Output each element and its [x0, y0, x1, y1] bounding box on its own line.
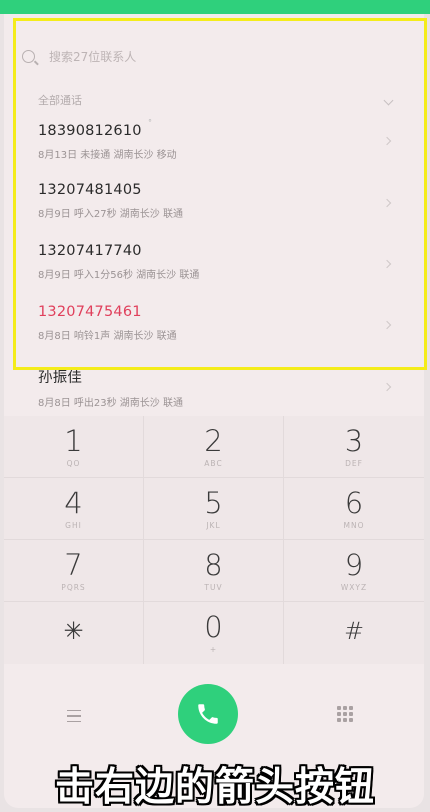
key-letters: TUV — [204, 583, 223, 592]
key-letters: MNO — [343, 521, 365, 530]
key-7[interactable]: 7 PQRS — [4, 540, 144, 602]
key-letters: DEF — [345, 459, 363, 468]
key-6[interactable]: 6 MNO — [284, 478, 424, 540]
key-5[interactable]: 5 JKL — [144, 478, 284, 540]
dialer-bottom-bar — [4, 664, 424, 760]
key-digit: 4 — [64, 486, 83, 520]
key-letters: ABC — [204, 459, 223, 468]
key-digit: 0 — [204, 610, 223, 644]
key-3[interactable]: 3 DEF — [284, 416, 424, 478]
dialpad-toggle-icon[interactable] — [337, 706, 353, 722]
key-4[interactable]: 4 GHI — [4, 478, 144, 540]
key-digit: 8 — [204, 548, 223, 582]
key-0[interactable]: 0 + — [144, 602, 284, 664]
key-letters: + — [209, 645, 218, 654]
key-2[interactable]: 2 ABC — [144, 416, 284, 478]
key-digit: 6 — [344, 486, 364, 520]
key-1[interactable]: 1 QO — [4, 416, 144, 478]
phone-icon — [198, 704, 218, 724]
call-button[interactable] — [178, 684, 238, 744]
menu-icon[interactable] — [67, 710, 81, 722]
call-log-row[interactable]: 孙振佳 8月8日 呼出23秒 湖南长沙 联通 — [38, 366, 394, 416]
key-digit: 3 — [344, 424, 364, 458]
key-letters: GHI — [65, 521, 82, 530]
call-meta: 8月8日 呼出23秒 湖南长沙 联通 — [38, 398, 183, 409]
key-letters: QO — [66, 459, 81, 468]
key-digit: 9 — [344, 548, 364, 582]
highlight-box — [13, 18, 427, 370]
tutorial-caption: 击右边的箭头按钮 — [54, 765, 375, 810]
key-star[interactable]: ✳ — [4, 602, 144, 664]
key-hash[interactable]: # — [284, 602, 424, 664]
key-digit: # — [343, 617, 365, 645]
top-status-bar — [0, 0, 430, 14]
key-letters: JKL — [206, 521, 221, 530]
key-digit: 1 — [64, 424, 83, 458]
dial-keypad: 1 QO 2 ABC 3 DEF 4 GHI 5 JKL 6 MNO 7 PQRS 8 TUV … — [4, 416, 424, 664]
key-digit: 5 — [204, 486, 223, 520]
key-digit: 2 — [204, 424, 223, 458]
key-digit: 7 — [64, 548, 83, 582]
key-letters: PQRS — [61, 583, 86, 592]
key-letters: WXYZ — [340, 583, 368, 592]
key-8[interactable]: 8 TUV — [144, 540, 284, 602]
key-9[interactable]: 9 WXYZ — [284, 540, 424, 602]
key-digit: ✳ — [63, 617, 84, 645]
